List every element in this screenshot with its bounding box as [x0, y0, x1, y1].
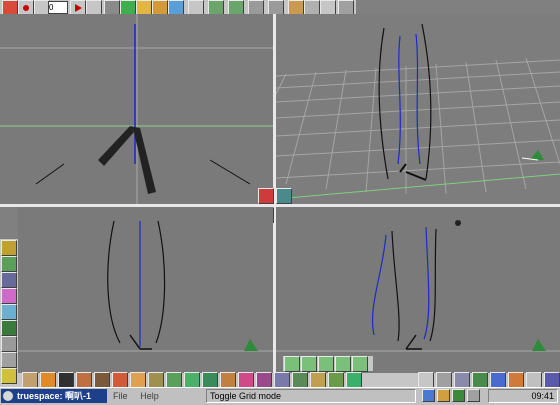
volume-icon[interactable]	[437, 389, 450, 402]
arrow-icon[interactable]	[526, 372, 542, 388]
pointer-icon[interactable]	[418, 372, 434, 388]
cube-icon[interactable]	[274, 372, 290, 388]
leaf-icon[interactable]	[346, 372, 362, 388]
viewport-front[interactable]	[0, 14, 273, 204]
brick-icon[interactable]	[130, 372, 146, 388]
perspective-canvas	[276, 23, 560, 200]
status-text: Toggle Grid mode	[206, 389, 416, 403]
bush-icon[interactable]	[202, 372, 218, 388]
tray-clock: 09:41	[488, 389, 558, 403]
light-icon[interactable]	[508, 372, 524, 388]
face-icon[interactable]	[310, 372, 326, 388]
object-list-icon[interactable]	[1, 240, 17, 256]
spline-icon[interactable]	[352, 356, 368, 372]
texture-icon[interactable]	[76, 372, 92, 388]
render-icon[interactable]	[490, 372, 506, 388]
primitive-icon[interactable]	[1, 256, 17, 272]
texture-icon[interactable]	[1, 304, 17, 320]
tray-icons	[420, 389, 486, 403]
front-view-canvas	[0, 14, 273, 204]
navigate-icon[interactable]	[436, 372, 452, 388]
lathe-icon[interactable]	[1, 336, 17, 352]
cylinder-icon[interactable]	[40, 372, 56, 388]
input-icon[interactable]	[452, 389, 465, 402]
app-window-title: truespace: 啊叭-1	[17, 391, 92, 401]
view-icon[interactable]	[454, 372, 470, 388]
right-view-canvas	[276, 220, 560, 352]
help-icon[interactable]	[544, 372, 560, 388]
spline-toolbar	[283, 356, 373, 372]
plant-icon[interactable]	[184, 372, 200, 388]
network-icon[interactable]	[422, 389, 435, 402]
menu-bar: File Help	[108, 389, 206, 403]
menu-help[interactable]: Help	[135, 389, 164, 403]
pattern-icon[interactable]	[148, 372, 164, 388]
mesh-icon[interactable]	[256, 372, 272, 388]
spline-icon[interactable]	[284, 356, 300, 372]
layout-icon[interactable]	[276, 188, 292, 204]
tools-icon[interactable]	[1, 352, 17, 368]
viewport-right[interactable]	[276, 207, 560, 373]
frame-number-input[interactable]	[48, 1, 68, 14]
fish-icon[interactable]	[328, 372, 344, 388]
scene-icon[interactable]	[1, 320, 17, 336]
globe-icon[interactable]	[472, 372, 488, 388]
material-icon[interactable]	[1, 288, 17, 304]
taskbar: truespace: 啊叭-1 File Help Toggle Grid mo…	[0, 387, 560, 405]
layout-icon[interactable]	[258, 188, 274, 204]
spline-icon[interactable]	[335, 356, 351, 372]
sweep-icon[interactable]	[1, 272, 17, 288]
app-window-button[interactable]: truespace: 啊叭-1	[1, 389, 107, 403]
menu-file[interactable]: File	[108, 389, 133, 403]
spline-icon[interactable]	[318, 356, 334, 372]
viewport-perspective[interactable]	[276, 14, 560, 204]
system-icon[interactable]	[467, 389, 480, 402]
spline-icon[interactable]	[301, 356, 317, 372]
sphere-icon[interactable]	[22, 372, 38, 388]
left-view-canvas	[18, 220, 273, 352]
viewport-left[interactable]	[18, 207, 273, 387]
tree-icon[interactable]	[292, 372, 308, 388]
camera-icon[interactable]	[58, 372, 74, 388]
landscape-icon[interactable]	[166, 372, 182, 388]
wood-icon[interactable]	[94, 372, 110, 388]
figure-icon[interactable]	[220, 372, 236, 388]
ball-icon[interactable]	[112, 372, 128, 388]
folder-icon[interactable]	[1, 368, 17, 384]
flower-icon[interactable]	[238, 372, 254, 388]
truespace-icon	[3, 391, 13, 401]
